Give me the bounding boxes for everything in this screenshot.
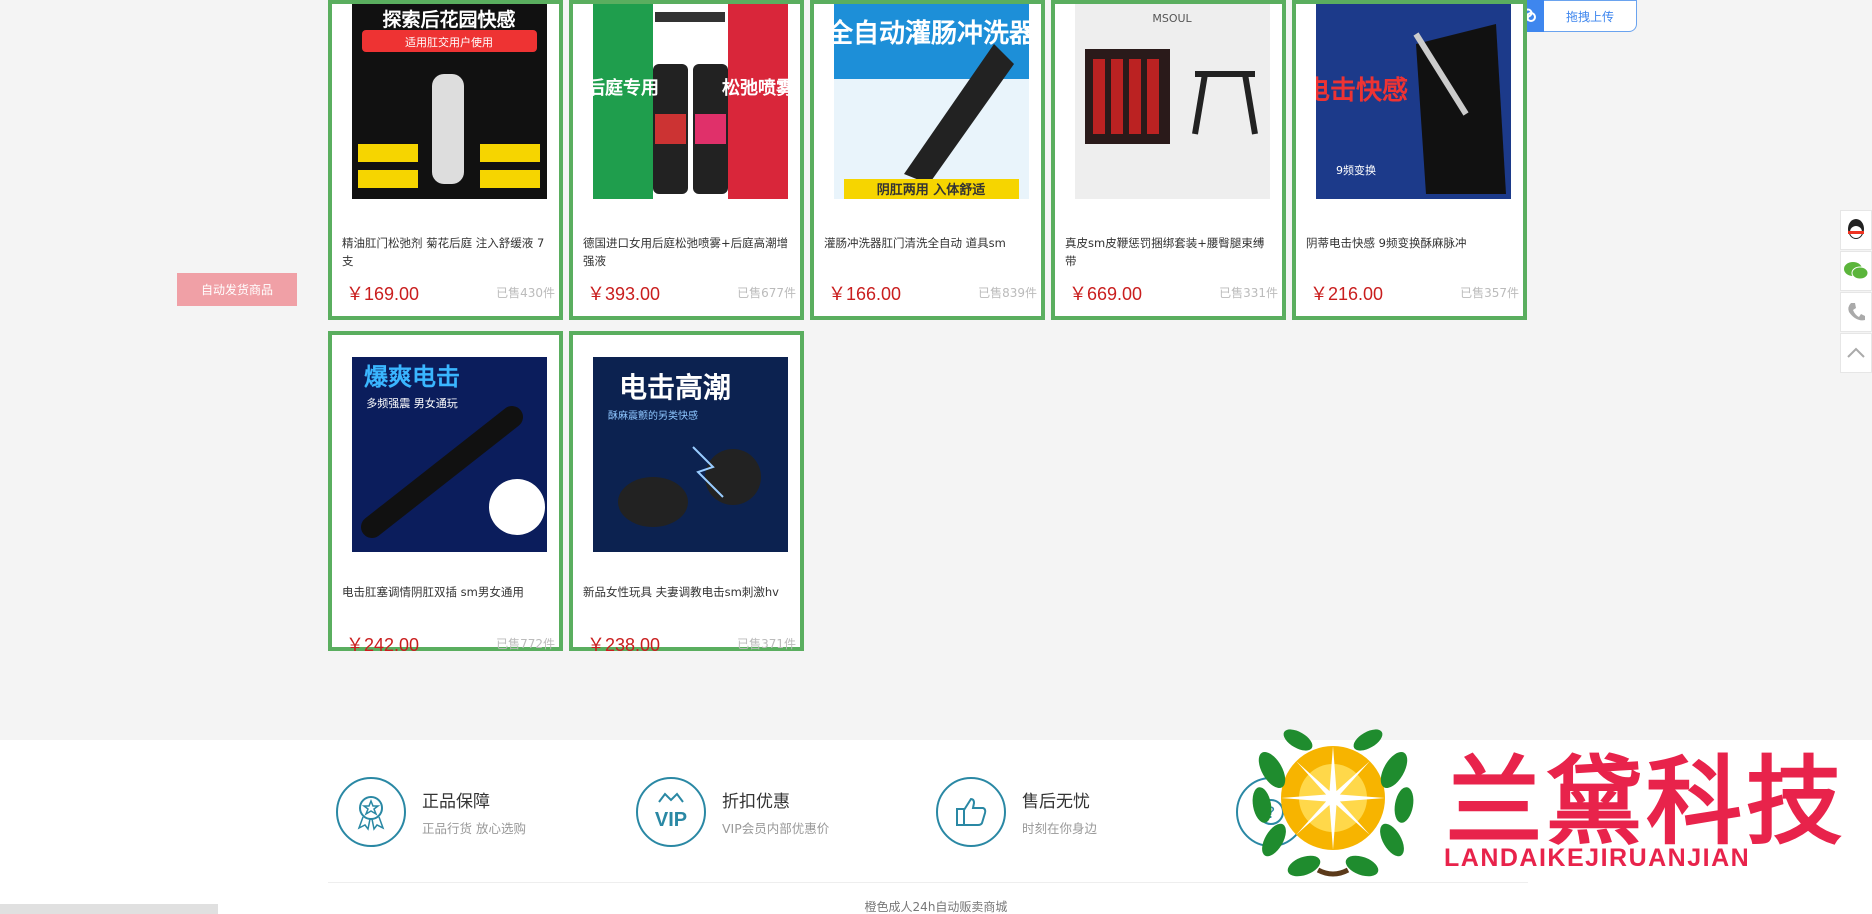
product-image[interactable]: 电击高潮酥麻震颤的另类快感: [593, 357, 788, 552]
image-headline: 全自动灌肠冲洗器: [834, 18, 1029, 49]
feature-desc: 时刻在你身边: [1022, 821, 1098, 836]
feature-genuine: 正品保障 正品行货 放心选购: [336, 776, 526, 848]
phone-icon[interactable]: [1840, 292, 1872, 332]
badge-icon: [336, 777, 406, 847]
image-headline: 爆爽电击: [364, 363, 460, 391]
feature-title: 售后无忧: [1022, 792, 1090, 812]
product-sold-count: 已售371件: [737, 637, 796, 651]
product-image[interactable]: 全自动灌肠冲洗器阴肛两用 入体舒适: [834, 4, 1029, 199]
floating-contact-bar: [1840, 210, 1872, 374]
product-price: ￥166.00: [828, 284, 902, 304]
product-card[interactable]: MSOUL 真皮sm皮鞭惩罚捆绑套装+腰臀腿束缚带 ￥669.00 已售331件: [1051, 0, 1286, 320]
product-sold-count: 已售677件: [737, 286, 796, 300]
image-subline: 适用肛交用户使用: [405, 35, 493, 49]
vip-icon: VIP: [636, 777, 706, 847]
feature-title: 折扣优惠: [722, 792, 790, 812]
product-title[interactable]: 灌肠冲洗器肛门清洗全自动 道具sm: [824, 234, 1033, 270]
feature-discount: VIP 折扣优惠 VIP会员内部优惠价: [636, 776, 829, 848]
image-headline: 后庭专用: [593, 77, 659, 99]
copyright-text: 橙色成人24h自动贩卖商城: [864, 900, 1008, 914]
product-title[interactable]: 阴蒂电击快感 9频变换酥麻脉冲: [1306, 234, 1515, 270]
image-subline: 9频变换: [1336, 163, 1376, 177]
product-sold-count: 已售430件: [496, 286, 555, 300]
product-title[interactable]: 德国进口女用后庭松弛喷雾+后庭高潮增强液: [583, 234, 792, 270]
watermark-logo: 兰黛科技 LANDAIKEJIRUANJIAN: [1238, 720, 1858, 880]
product-sold-count: 已售772件: [496, 637, 555, 651]
back-to-top-icon[interactable]: [1840, 333, 1872, 373]
watermark-en: LANDAIKEJIRUANJIAN: [1444, 844, 1751, 872]
page: 自动发货商品 拖拽上传 探索后花园快感适用肛交用户使用 精油肛门松弛剂 菊花后庭…: [0, 0, 1872, 914]
product-sold-count: 已售357件: [1460, 286, 1519, 300]
image-subline: 松弛喷雾: [722, 77, 788, 99]
feature-title: 正品保障: [422, 792, 490, 812]
image-headline: 探索后花园快感: [382, 8, 515, 31]
footer-divider: [328, 882, 1528, 883]
thumbs-up-icon: [936, 777, 1006, 847]
upload-label: 拖拽上传: [1565, 9, 1614, 24]
product-title[interactable]: 精油肛门松弛剂 菊花后庭 注入舒缓液 7支: [342, 234, 551, 270]
product-image[interactable]: 爆爽电击多频强震 男女通玩: [352, 357, 547, 552]
qq-icon[interactable]: [1840, 210, 1872, 250]
product-price: ￥238.00: [587, 635, 661, 655]
product-card[interactable]: 爆爽电击 多频强震 男女通玩 电击肛塞调情阴肛双插 sm男女通用 ￥242.00 …: [328, 331, 563, 655]
product-card[interactable]: 电击高潮酥麻震颤的另类快感 新品女性玩具 夫妻调教电击sm刺激hv ￥238.0…: [569, 331, 804, 655]
wechat-icon[interactable]: [1840, 251, 1872, 291]
product-price: ￥216.00: [1310, 284, 1384, 304]
image-headline: MSOUL: [1152, 12, 1192, 25]
product-title[interactable]: 新品女性玩具 夫妻调教电击sm刺激hv: [583, 583, 792, 619]
logo-mark-icon: [1252, 729, 1414, 877]
status-bar-fragment: [0, 904, 218, 914]
image-headline: 电击高潮: [619, 371, 731, 404]
product-price: ￥393.00: [587, 284, 661, 304]
product-card[interactable]: 电击快感 9频变换 阴蒂电击快感 9频变换酥麻脉冲 ￥216.00 已售357件: [1292, 0, 1527, 320]
image-subline: 阴肛两用 入体舒适: [877, 182, 986, 198]
image-subline: 酥麻震颤的另类快感: [608, 409, 698, 422]
product-card[interactable]: 探索后花园快感适用肛交用户使用 精油肛门松弛剂 菊花后庭 注入舒缓液 7支 ￥1…: [328, 0, 563, 320]
product-title[interactable]: 电击肛塞调情阴肛双插 sm男女通用: [342, 583, 551, 619]
product-card[interactable]: 后庭专用 松弛喷雾 德国进口女用后庭松弛喷雾+后庭高潮增强液 ￥393.00 已售…: [569, 0, 804, 320]
drag-upload-button[interactable]: 拖拽上传: [1510, 0, 1637, 32]
product-image[interactable]: 电击快感 9频变换: [1316, 4, 1511, 199]
feature-after-sale: 售后无忧 时刻在你身边: [936, 776, 1097, 848]
product-price: ￥169.00: [346, 284, 420, 304]
product-title[interactable]: 真皮sm皮鞭惩罚捆绑套装+腰臀腿束缚带: [1065, 234, 1274, 270]
product-image[interactable]: 后庭专用 松弛喷雾: [593, 4, 788, 199]
feature-desc: VIP会员内部优惠价: [722, 821, 830, 836]
product-price: ￥669.00: [1069, 284, 1143, 304]
product-image[interactable]: 探索后花园快感适用肛交用户使用: [352, 4, 547, 199]
watermark-cn: 兰黛科技: [1446, 746, 1846, 858]
product-sold-count: 已售839件: [978, 286, 1037, 300]
product-price: ￥242.00: [346, 635, 420, 655]
image-subline: 多频强震 男女通玩: [366, 396, 458, 410]
auto-delivery-tag[interactable]: 自动发货商品: [177, 273, 297, 306]
svg-text:VIP: VIP: [655, 809, 687, 831]
feature-desc: 正品行货 放心选购: [422, 821, 526, 836]
image-headline: 电击快感: [1316, 76, 1408, 106]
product-image[interactable]: MSOUL: [1075, 4, 1270, 199]
product-card[interactable]: 全自动灌肠冲洗器阴肛两用 入体舒适 灌肠冲洗器肛门清洗全自动 道具sm ￥166…: [810, 0, 1045, 320]
product-sold-count: 已售331件: [1219, 286, 1278, 300]
